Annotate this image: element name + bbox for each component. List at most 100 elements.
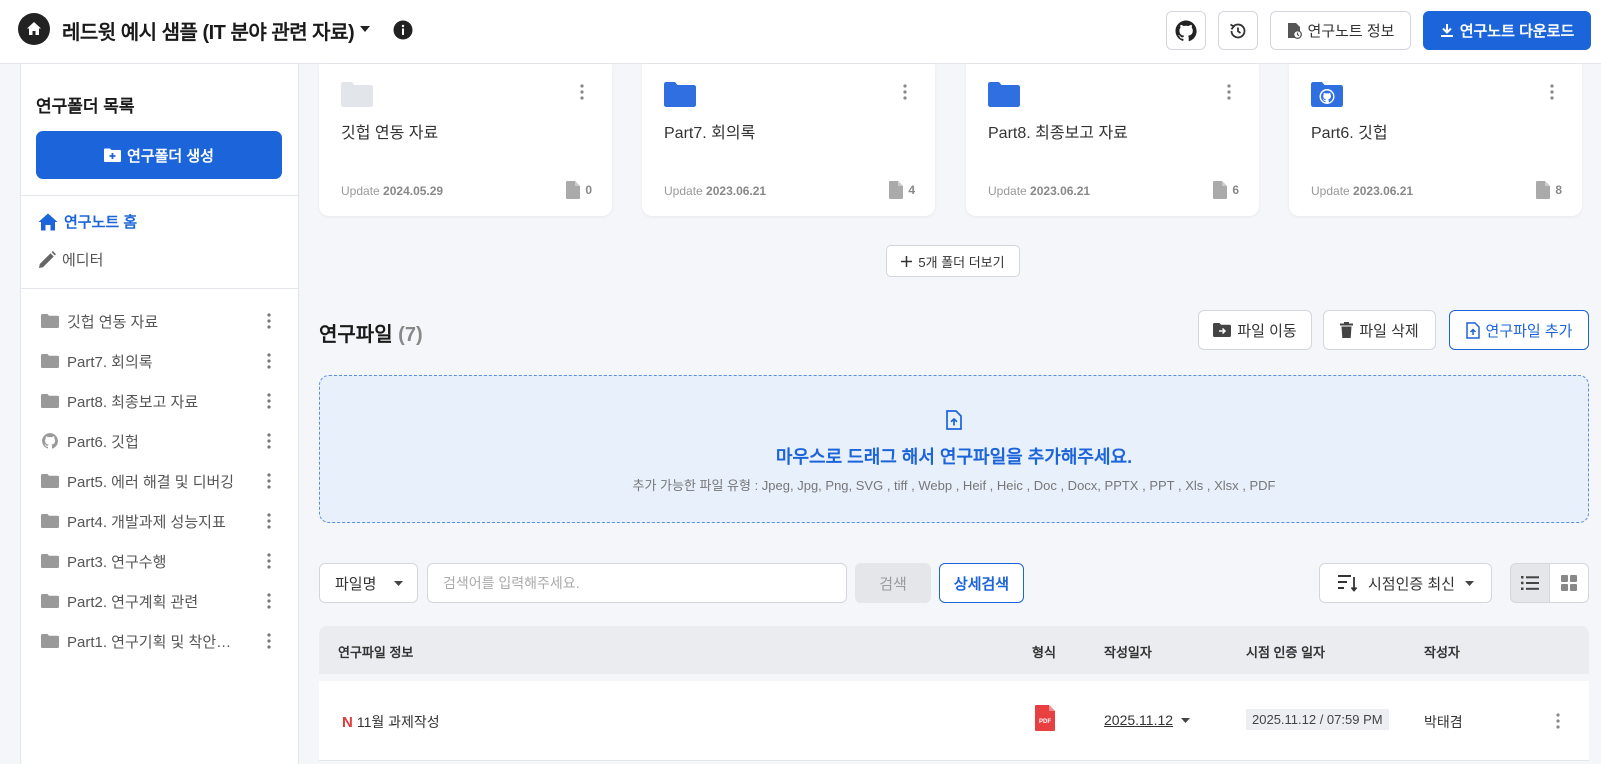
folder-icon: [41, 634, 59, 648]
more-vert-icon[interactable]: [1556, 713, 1560, 729]
new-badge: N: [342, 714, 353, 731]
folder-icon: [341, 82, 373, 107]
folder-move-icon: [1213, 323, 1232, 337]
list-icon: [1521, 576, 1539, 590]
more-vert-icon[interactable]: [261, 513, 277, 529]
nav-home[interactable]: 연구노트 홈: [38, 211, 137, 232]
more-vert-icon[interactable]: [261, 633, 277, 649]
col-file-info: 연구파일 정보: [338, 645, 414, 660]
file-name-cell[interactable]: N 11월 과제작성: [342, 712, 440, 732]
sort-label: 시점인증 최신: [1368, 575, 1455, 593]
file-icon: [889, 181, 904, 199]
sidebar-folder-label: Part8. 최종보고 자료: [67, 393, 199, 411]
sidebar-folder-item[interactable]: Part6. 깃헙: [41, 429, 277, 453]
search-input[interactable]: [427, 563, 847, 603]
folder-card-update: Update 2023.06.21: [664, 184, 767, 198]
file-upload-icon: [1465, 321, 1480, 339]
grid-icon: [1561, 575, 1577, 591]
notebook-info-button[interactable]: 연구노트 정보: [1270, 11, 1411, 50]
home-icon[interactable]: [18, 13, 50, 45]
table-row[interactable]: N 11월 과제작성 PDF 2025.11.12 2025.11.12 / 07…: [319, 681, 1589, 761]
more-vert-icon[interactable]: [261, 433, 277, 449]
home-icon: [38, 213, 58, 231]
files-count: (7): [398, 324, 423, 346]
folder-icon: [41, 474, 59, 488]
sidebar-folder-item[interactable]: Part4. 개발과제 성능지표: [41, 509, 277, 533]
folder-card[interactable]: Part6. 깃헙 Update 2023.06.21 8: [1289, 64, 1582, 216]
folder-add-icon: [104, 148, 122, 162]
info-icon[interactable]: [393, 20, 413, 40]
file-author: 박태겸: [1424, 714, 1463, 730]
more-vert-icon[interactable]: [261, 593, 277, 609]
chevron-down-icon: [394, 581, 403, 586]
search-button[interactable]: 검색: [855, 563, 931, 603]
more-vert-icon[interactable]: [261, 353, 277, 369]
file-name: 11월 과제작성: [356, 714, 440, 730]
sidebar-folder-item[interactable]: Part8. 최종보고 자료: [41, 389, 277, 413]
sidebar-folder-item[interactable]: Part7. 회의록: [41, 349, 277, 373]
top-header: 레드윗 예시 샘플 (IT 분야 관련 자료) 연구노트 정보 연구노트 다운로…: [0, 0, 1601, 64]
divider: [21, 195, 299, 196]
delete-file-label: 파일 삭제: [1359, 322, 1419, 340]
cert-date: 2025.11.12 / 07:59 PM: [1246, 709, 1389, 730]
folder-card-update: Update 2023.06.21: [1311, 184, 1414, 198]
notebook-download-button[interactable]: 연구노트 다운로드: [1423, 11, 1591, 50]
folder-card[interactable]: Part7. 회의록 Update 2023.06.21 4: [642, 64, 935, 216]
folder-card[interactable]: Part8. 최종보고 자료 Update 2023.06.21 6: [966, 64, 1259, 216]
github-icon: [1174, 19, 1198, 43]
folder-icon: [41, 314, 59, 328]
folder-icon: [41, 594, 59, 608]
more-vert-icon[interactable]: [903, 84, 907, 100]
sidebar: 연구폴더 목록 연구폴더 생성 연구노트 홈 에디터 깃헙 연동 자료 Part…: [20, 64, 299, 764]
more-vert-icon[interactable]: [261, 553, 277, 569]
chevron-down-icon: [1464, 580, 1474, 586]
sidebar-folder-label: 깃헙 연동 자료: [67, 313, 159, 331]
add-file-label: 연구파일 추가: [1485, 322, 1573, 340]
more-vert-icon[interactable]: [261, 393, 277, 409]
github-button[interactable]: [1166, 11, 1206, 50]
notebook-info-label: 연구노트 정보: [1307, 23, 1395, 40]
pdf-icon: PDF: [1034, 705, 1056, 731]
more-vert-icon[interactable]: [1227, 84, 1231, 100]
title-dropdown-icon[interactable]: [360, 26, 370, 32]
nav-editor[interactable]: 에디터: [38, 249, 103, 270]
move-file-button[interactable]: 파일 이동: [1198, 310, 1312, 350]
more-folders-button[interactable]: 5개 폴더 더보기: [886, 245, 1020, 277]
add-file-button[interactable]: 연구파일 추가: [1449, 310, 1589, 350]
trash-icon: [1340, 322, 1354, 338]
sidebar-folder-item[interactable]: Part3. 연구수행: [41, 549, 277, 573]
sidebar-folder-label: Part7. 회의록: [67, 353, 153, 371]
folder-card-count: 8: [1536, 181, 1562, 199]
file-icon: [1213, 181, 1228, 199]
detail-search-button[interactable]: 상세검색: [939, 563, 1024, 603]
sort-select[interactable]: 시점인증 최신: [1319, 563, 1492, 603]
more-vert-icon[interactable]: [261, 313, 277, 329]
grid-view-button[interactable]: [1549, 563, 1589, 603]
create-folder-button[interactable]: 연구폴더 생성: [36, 131, 282, 179]
folder-card-update: Update 2024.05.29: [341, 184, 444, 198]
more-vert-icon[interactable]: [261, 473, 277, 489]
notebook-download-label: 연구노트 다운로드: [1459, 23, 1575, 40]
create-folder-label: 연구폴더 생성: [127, 147, 214, 165]
col-author: 작성자: [1424, 645, 1460, 660]
file-dropzone[interactable]: 마우스로 드래그 해서 연구파일을 추가해주세요. 추가 가능한 파일 유형 :…: [319, 375, 1589, 523]
file-upload-icon: [946, 410, 962, 430]
folder-card[interactable]: 깃헙 연동 자료 Update 2024.05.29 0: [319, 64, 612, 216]
history-button[interactable]: [1218, 11, 1258, 50]
col-cert-date: 시점 인증 일자: [1246, 645, 1325, 660]
more-vert-icon[interactable]: [1550, 84, 1554, 100]
folder-icon: [41, 514, 59, 528]
search-field-select[interactable]: 파일명: [319, 563, 418, 603]
sidebar-folder-item[interactable]: Part5. 에러 해결 및 디버깅: [41, 469, 277, 493]
dropzone-file-types: 추가 가능한 파일 유형 : Jpeg, Jpg, Png, SVG , tif…: [632, 478, 1276, 493]
delete-file-button[interactable]: 파일 삭제: [1323, 310, 1436, 350]
file-date[interactable]: 2025.11.12: [1104, 712, 1191, 728]
sidebar-folder-item[interactable]: 깃헙 연동 자료: [41, 309, 277, 333]
folder-icon: [41, 354, 59, 368]
folder-icon: [664, 82, 696, 107]
sidebar-folder-item[interactable]: Part1. 연구기획 및 착안…: [41, 629, 277, 653]
page-title: 레드윗 예시 샘플 (IT 분야 관련 자료): [62, 22, 355, 44]
list-view-button[interactable]: [1510, 563, 1550, 603]
more-vert-icon[interactable]: [580, 84, 584, 100]
sidebar-folder-item[interactable]: Part2. 연구계획 관련: [41, 589, 277, 613]
